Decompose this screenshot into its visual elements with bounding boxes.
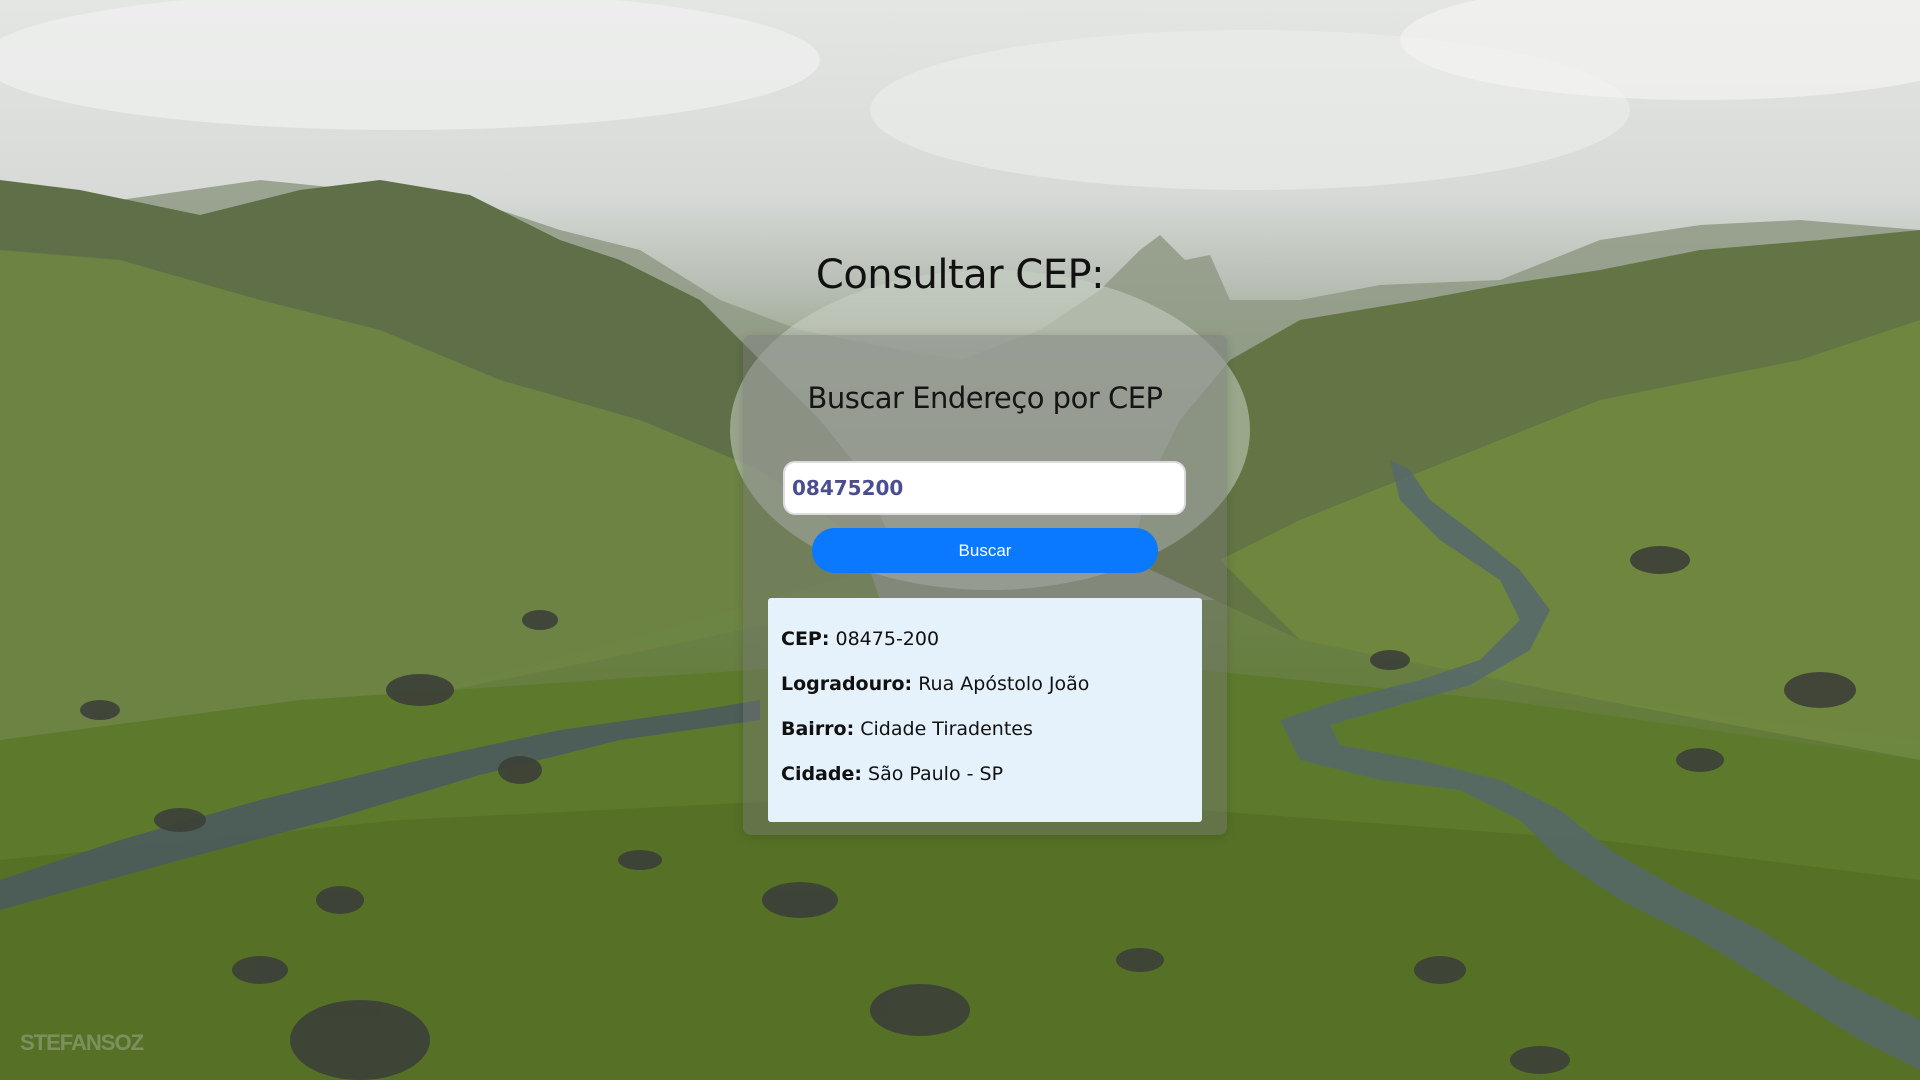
result-label: Logradouro: xyxy=(781,673,913,695)
watermark-logo: STEFANSOZ xyxy=(20,1030,144,1055)
result-value: Cidade Tiradentes xyxy=(860,718,1033,740)
result-value: Rua Apóstolo João xyxy=(918,673,1090,695)
result-row-logradouro: Logradouro: Rua Apóstolo João xyxy=(781,673,1189,696)
result-value: 08475-200 xyxy=(835,628,940,650)
result-row-cidade: Cidade: São Paulo - SP xyxy=(781,763,1189,786)
cep-search-card: Buscar Endereço por CEP Buscar CEP: 0847… xyxy=(743,335,1227,835)
result-box: CEP: 08475-200 Logradouro: Rua Apóstolo … xyxy=(768,598,1202,822)
card-title: Buscar Endereço por CEP xyxy=(807,381,1163,415)
result-label: Bairro: xyxy=(781,718,855,740)
search-button[interactable]: Buscar xyxy=(812,528,1158,573)
result-value: São Paulo - SP xyxy=(868,763,1004,785)
result-row-bairro: Bairro: Cidade Tiradentes xyxy=(781,718,1189,741)
result-label: CEP: xyxy=(781,628,830,650)
page-title: Consultar CEP: xyxy=(815,252,1105,298)
result-row-cep: CEP: 08475-200 xyxy=(781,628,1189,651)
cep-input[interactable] xyxy=(783,461,1186,515)
result-label: Cidade: xyxy=(781,763,862,785)
